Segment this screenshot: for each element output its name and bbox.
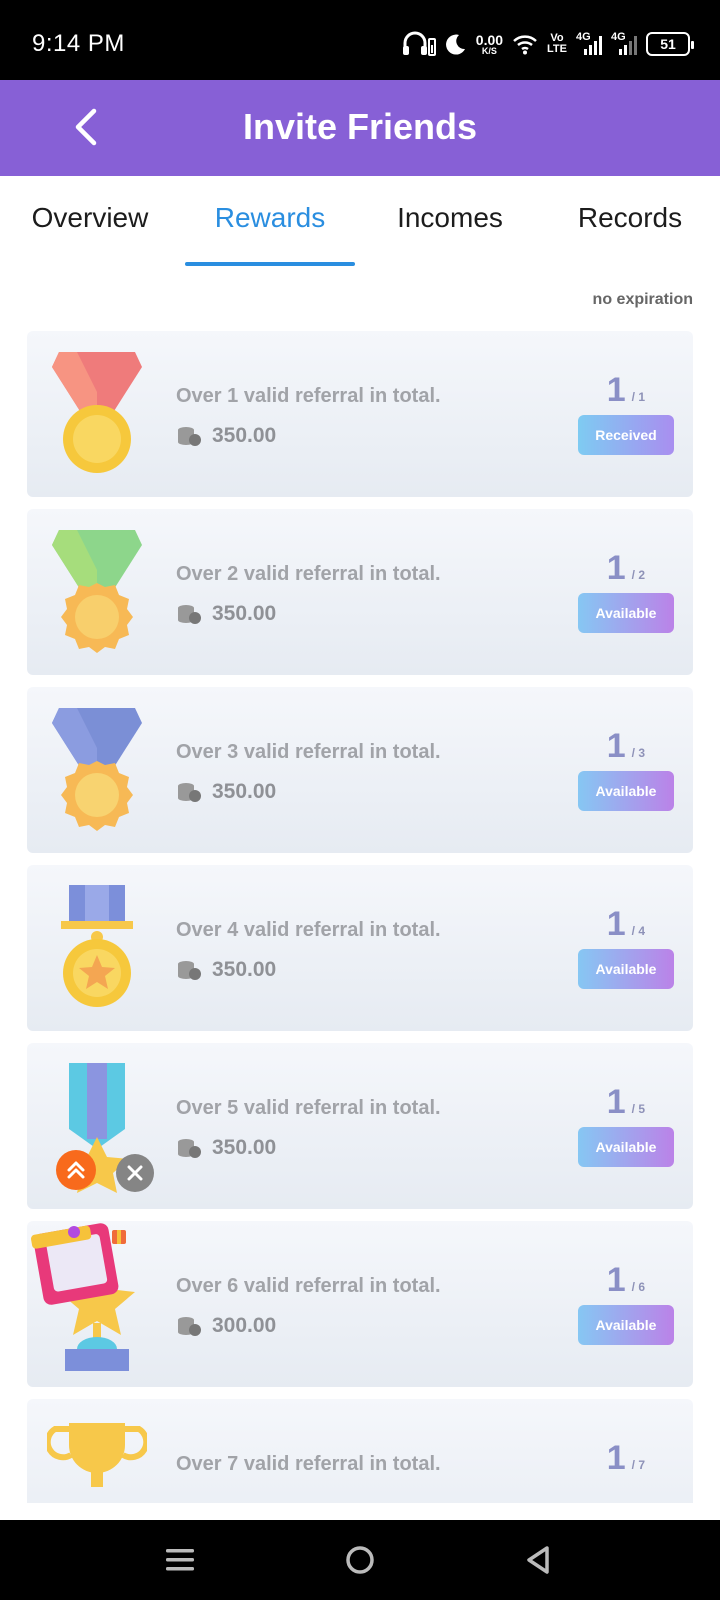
available-button[interactable]: Available <box>578 949 674 989</box>
home-circle-icon <box>346 1546 374 1574</box>
tab-overview[interactable]: Overview <box>0 176 180 266</box>
signal-icon-2: 4G <box>611 31 637 57</box>
medal-icon <box>52 530 142 653</box>
tab-records[interactable]: Records <box>540 176 720 266</box>
close-icon <box>127 1165 143 1181</box>
coins-icon <box>178 961 201 980</box>
medal-icon <box>61 885 133 1007</box>
progress-count: 1/ 7 <box>606 1439 645 1477</box>
coins-icon <box>178 1317 201 1336</box>
available-button[interactable]: Available <box>578 1305 674 1345</box>
expiry-note: no expiration <box>592 291 693 308</box>
back-triangle-icon <box>527 1546 549 1574</box>
status-time: 9:14 PM <box>32 30 125 57</box>
battery-icon: 51 <box>646 32 694 56</box>
moon-icon <box>445 33 467 55</box>
reward-list[interactable]: Over 1 valid referral in total. 350.00 1… <box>27 331 693 1503</box>
menu-button[interactable] <box>160 1542 200 1578</box>
coins-icon <box>178 605 201 624</box>
reward-text: Over 1 valid referral in total. <box>176 385 441 407</box>
double-chevron-up-icon <box>67 1161 85 1179</box>
reward-card: Over 7 valid referral in total. 1/ 7 <box>27 1399 693 1503</box>
wifi-icon <box>512 33 538 55</box>
reward-card: Over 2 valid referral in total. 350.00 1… <box>27 509 693 675</box>
progress-count: 1/ 2 <box>606 549 645 587</box>
reward-amount: 350.00 <box>176 423 276 449</box>
progress-count: 1/ 3 <box>606 727 645 765</box>
system-nav-bar <box>0 1520 720 1600</box>
app-header: Invite Friends <box>0 80 720 176</box>
reward-text: Over 2 valid referral in total. <box>176 563 441 585</box>
page-title: Invite Friends <box>242 106 478 147</box>
reward-text: Over 6 valid referral in total. <box>176 1275 441 1297</box>
close-float-button[interactable] <box>116 1154 154 1192</box>
reward-text: Over 3 valid referral in total. <box>176 741 441 763</box>
reward-text: Over 7 valid referral in total. <box>176 1453 441 1475</box>
available-button[interactable]: Available <box>578 1127 674 1167</box>
gift-box-icon[interactable] <box>28 1218 130 1308</box>
reward-amount: 300.00 <box>176 1313 276 1339</box>
tab-bar: Overview Rewards Incomes Records <box>0 176 720 266</box>
medal-icon <box>52 352 142 473</box>
progress-count: 1/ 6 <box>606 1261 645 1299</box>
progress-count: 1/ 4 <box>606 905 645 943</box>
signal-icon: 4G <box>576 31 602 57</box>
medal-icon <box>52 708 142 831</box>
progress-count: 1/ 1 <box>606 371 645 409</box>
net-speed: 0.00 K/S <box>475 31 504 56</box>
nav-back-button[interactable] <box>518 1542 558 1578</box>
reward-card: Over 3 valid referral in total. 350.00 1… <box>27 687 693 853</box>
reward-amount: 350.00 <box>176 779 276 805</box>
volte-indicator: Vo LTE <box>547 32 567 55</box>
menu-icon <box>166 1549 194 1571</box>
tab-rewards[interactable]: Rewards <box>180 176 360 266</box>
coins-icon <box>178 427 201 446</box>
received-button[interactable]: Received <box>578 415 674 455</box>
headphones-icon <box>402 31 436 57</box>
scroll-up-button[interactable] <box>56 1150 96 1190</box>
reward-text: Over 5 valid referral in total. <box>176 1097 441 1119</box>
reward-amount: 350.00 <box>176 1135 276 1161</box>
tab-incomes[interactable]: Incomes <box>360 176 540 266</box>
available-button[interactable]: Available <box>578 593 674 633</box>
home-button[interactable] <box>340 1542 380 1578</box>
reward-card: Over 4 valid referral in total. 350.00 1… <box>27 865 693 1031</box>
reward-amount: 350.00 <box>176 601 276 627</box>
reward-amount: 350.00 <box>176 957 276 983</box>
coins-icon <box>178 783 201 802</box>
status-bar: 9:14 PM 0.00 K/S Vo LTE 4G 4G 51 <box>0 0 720 80</box>
progress-count: 1/ 5 <box>606 1083 645 1121</box>
available-button[interactable]: Available <box>578 771 674 811</box>
reward-card: Over 1 valid referral in total. 350.00 1… <box>27 331 693 497</box>
reward-text: Over 4 valid referral in total. <box>176 919 441 941</box>
status-icons: 0.00 K/S Vo LTE 4G 4G 51 <box>402 28 694 60</box>
trophy-icon <box>47 1423 147 1487</box>
coins-icon <box>178 1139 201 1158</box>
